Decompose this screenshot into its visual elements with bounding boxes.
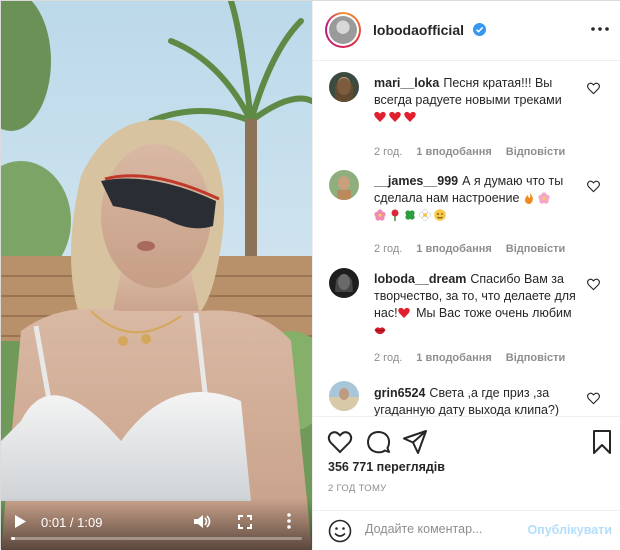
comment-likes[interactable]: 1 вподобання (416, 352, 491, 364)
comment-likes[interactable]: 1 вподобання (416, 146, 491, 158)
commenter-username[interactable]: mari__loka (374, 76, 439, 90)
video-progress-fill (11, 537, 16, 540)
commenter-avatar[interactable] (329, 381, 359, 411)
comment-icon[interactable] (365, 429, 391, 455)
comment-like-icon[interactable] (587, 180, 600, 193)
heart-icon[interactable] (327, 429, 353, 455)
comment-like-icon[interactable] (587, 82, 600, 95)
heart-emoji-icon (374, 111, 386, 122)
fullscreen-button[interactable] (235, 512, 255, 532)
fire-emoji-icon (524, 192, 533, 204)
play-button[interactable] (9, 510, 31, 532)
comment-emojis (374, 208, 449, 222)
comment-time: 2 год. (374, 146, 403, 158)
video-controls: 0:01 / 1:09 (1, 498, 312, 550)
play-icon (15, 514, 26, 528)
view-count[interactable]: 356 771 переглядів (328, 460, 445, 474)
video-progress-bar[interactable] (11, 537, 302, 540)
fullscreen-icon (238, 515, 252, 529)
heart-emoji-icon (404, 111, 416, 122)
rose-emoji-icon (391, 209, 399, 221)
kiss-lips-emoji-icon (374, 327, 386, 335)
publish-button[interactable]: Опублікувати (527, 523, 612, 537)
comment-meta: 2 год. 1 вподобання Відповісти (374, 352, 565, 364)
reply-button[interactable]: Відповісти (506, 243, 565, 255)
commenter-username[interactable]: grin6524 (374, 386, 425, 400)
post-panel: lobodaofficial mari__loka Песня кратая!!!… (312, 1, 620, 550)
comment-text: Мы Вас тоже очень любим (416, 306, 572, 320)
video-time: 0:01 / 1:09 (41, 515, 103, 530)
commenter-avatar[interactable] (329, 268, 359, 298)
video-frame (1, 1, 312, 550)
comment-likes[interactable]: 1 вподобання (416, 243, 491, 255)
blossom-emoji-icon (374, 209, 386, 221)
comment-time: 2 год. (374, 243, 403, 255)
video-player[interactable]: 0:01 / 1:09 (1, 1, 312, 550)
post-options-button[interactable] (590, 21, 610, 39)
comment-input[interactable] (365, 522, 515, 536)
comment-time: 2 год. (374, 352, 403, 364)
comment-composer: Опублікувати (313, 510, 620, 550)
blossom-emoji-icon (538, 192, 550, 204)
clover-emoji-icon (405, 210, 415, 220)
comment-emojis (374, 110, 419, 124)
reply-button[interactable]: Відповісти (506, 146, 565, 158)
post-actions (313, 416, 620, 460)
daisy-emoji-icon (419, 209, 431, 221)
post-timestamp[interactable]: 2 ГОД ТОМУ (328, 483, 387, 494)
comment-like-icon[interactable] (587, 278, 600, 291)
commenter-avatar[interactable] (329, 72, 359, 102)
comment-meta: 2 год. 1 вподобання Відповісти (374, 146, 565, 158)
volume-button[interactable] (191, 510, 213, 532)
smiley-icon[interactable] (328, 519, 352, 543)
post-header: lobodaofficial (313, 1, 620, 61)
more-horizontal-icon (591, 27, 609, 31)
comment-like-icon[interactable] (587, 392, 600, 405)
author-avatar-image (329, 16, 357, 44)
author-avatar[interactable] (325, 12, 361, 48)
more-vertical-icon (287, 513, 291, 529)
post-modal: 0:01 / 1:09 lobodaofficial mari__loka Пе… (0, 0, 620, 550)
video-more-button[interactable] (281, 510, 297, 532)
volume-icon (193, 514, 210, 528)
heart-emoji-icon (397, 307, 410, 318)
verified-badge-icon (473, 23, 486, 36)
commenter-username[interactable]: loboda__dream (374, 272, 466, 286)
author-username[interactable]: lobodaofficial (373, 22, 464, 38)
wink-emoji-icon (434, 209, 446, 221)
share-icon[interactable] (402, 429, 428, 455)
comment-meta: 2 год. 1 вподобання Відповісти (374, 243, 565, 255)
comments-list[interactable]: mari__loka Песня кратая!!! Вы всегда раду… (313, 62, 620, 416)
bookmark-icon[interactable] (589, 429, 615, 455)
commenter-avatar[interactable] (329, 170, 359, 200)
reply-button[interactable]: Відповісти (506, 352, 565, 364)
commenter-username[interactable]: __james__999 (374, 174, 458, 188)
heart-emoji-icon (389, 111, 401, 122)
